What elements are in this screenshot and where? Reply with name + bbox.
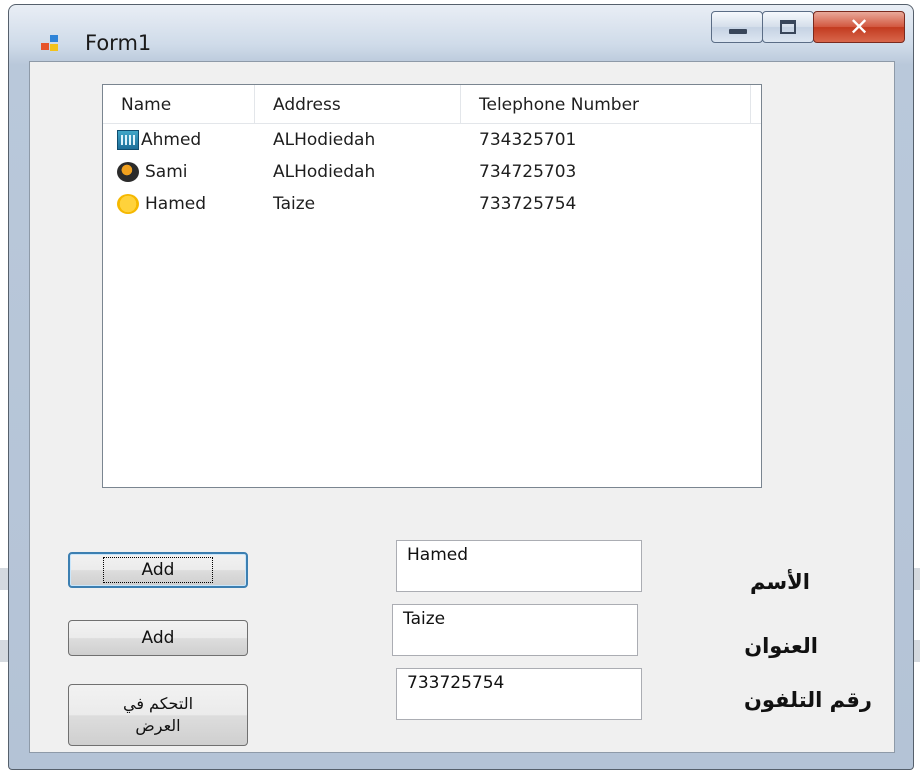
- contacts-listview[interactable]: Name Address Telephone Number Ahmed ALHo…: [102, 84, 762, 488]
- cell-phone: 734725703: [479, 162, 577, 182]
- form-client-area: Name Address Telephone Number Ahmed ALHo…: [29, 61, 895, 753]
- add-button-1-label: Add: [102, 557, 214, 583]
- minimize-button[interactable]: [711, 11, 763, 43]
- title-bar[interactable]: Form1 ✕: [9, 5, 913, 61]
- close-icon: ✕: [848, 13, 870, 41]
- view-control-button[interactable]: التحكم في العرض: [68, 684, 248, 746]
- cell-address: Taize: [273, 194, 316, 214]
- cell-name: Hamed: [145, 194, 207, 214]
- list-item[interactable]: Hamed Taize 733725754: [103, 189, 761, 219]
- cell-name: Ahmed: [141, 130, 202, 150]
- address-field[interactable]: Taize: [392, 604, 638, 656]
- calculator-icon: [117, 130, 139, 150]
- phone-label: رقم التلفون: [743, 688, 872, 712]
- cell-address: ALHodiedah: [273, 162, 376, 182]
- close-button[interactable]: ✕: [813, 11, 905, 43]
- orb-icon: [117, 162, 139, 182]
- column-header-name[interactable]: Name: [103, 85, 255, 123]
- address-label: العنوان: [744, 634, 818, 658]
- name-label: الأسم: [750, 570, 810, 594]
- phone-field[interactable]: 733725754: [396, 668, 642, 720]
- minimize-icon: [729, 29, 747, 34]
- column-header-address[interactable]: Address: [255, 85, 461, 123]
- view-control-button-label: التحكم في العرض: [122, 694, 194, 735]
- listview-header: Name Address Telephone Number: [103, 85, 761, 124]
- add-button-1[interactable]: Add: [68, 552, 248, 588]
- add-button-2[interactable]: Add: [68, 620, 248, 656]
- list-item[interactable]: Sami ALHodiedah 734725703: [103, 157, 761, 187]
- name-field[interactable]: Hamed: [396, 540, 642, 592]
- app-icon: [41, 35, 61, 53]
- smiley-icon: [117, 194, 139, 214]
- window-title: Form1: [85, 31, 152, 55]
- maximize-icon: [780, 20, 796, 34]
- cell-phone: 733725754: [479, 194, 577, 214]
- maximize-button[interactable]: [762, 11, 814, 43]
- cell-phone: 734325701: [479, 130, 577, 150]
- list-item[interactable]: Ahmed ALHodiedah 734325701: [103, 125, 761, 155]
- cell-address: ALHodiedah: [273, 130, 376, 150]
- add-button-2-label: Add: [141, 628, 175, 648]
- form-window: Form1 ✕ Name Address Telephone Number Ah…: [8, 4, 914, 770]
- column-header-telephone[interactable]: Telephone Number: [461, 85, 751, 123]
- caption-buttons: ✕: [711, 11, 905, 45]
- cell-name: Sami: [145, 162, 188, 182]
